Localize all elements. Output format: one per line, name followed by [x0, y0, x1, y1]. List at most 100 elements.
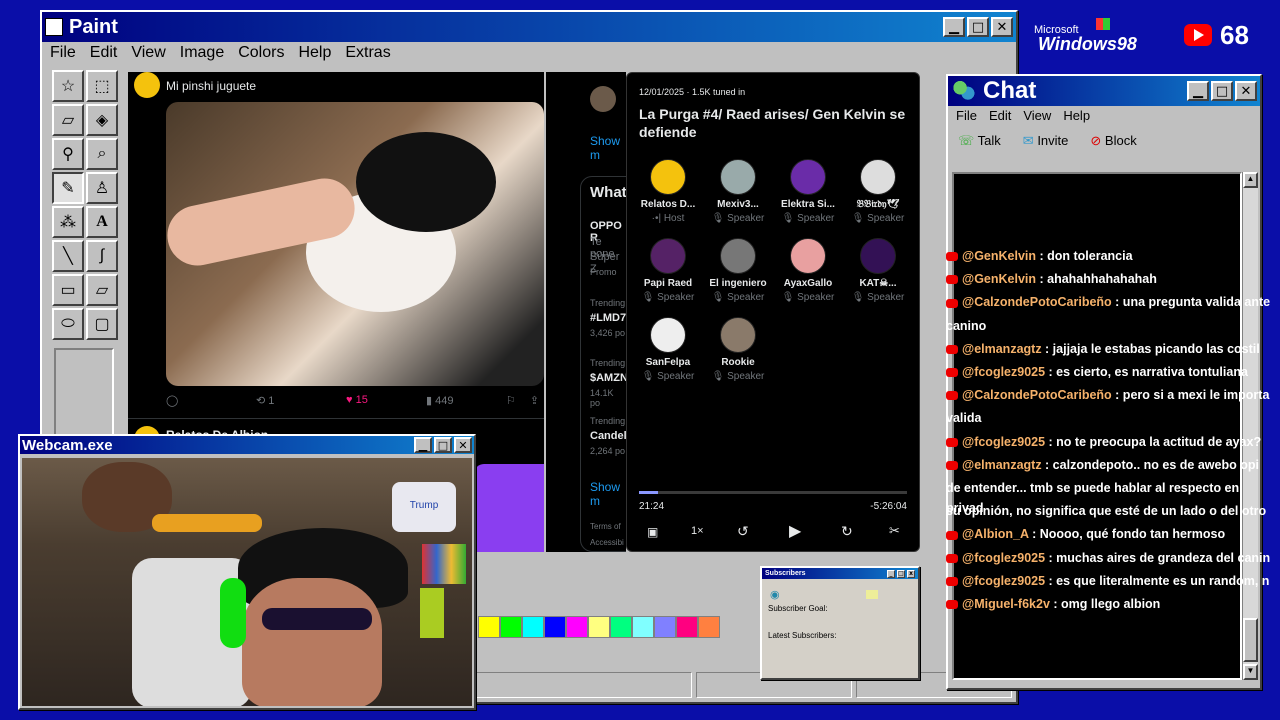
curve-icon[interactable]: ∫ — [86, 240, 118, 272]
polygon-icon[interactable]: ▱ — [86, 274, 118, 306]
menu-view[interactable]: View — [131, 44, 165, 62]
speaker-item[interactable]: Papi Raed 🎙 Speaker — [633, 238, 703, 303]
rect-select-icon[interactable]: ⬚ — [86, 70, 118, 102]
speaker-item[interactable]: El ingeniero 🎙 Speaker — [703, 238, 773, 303]
views-button[interactable]: ▮ 449 — [426, 394, 506, 407]
block-button[interactable]: ⊘ Block — [1090, 133, 1136, 149]
menu-image[interactable]: Image — [180, 44, 224, 62]
clip-icon[interactable]: ✂ — [889, 523, 900, 539]
palette-color[interactable] — [654, 616, 676, 638]
maximize-button[interactable]: □ — [897, 569, 905, 578]
avatar[interactable] — [134, 72, 160, 98]
maximize-button[interactable]: □ — [434, 437, 452, 453]
trend-name[interactable]: Candel — [590, 430, 626, 442]
chat-username[interactable]: @elmanzagtz — [962, 458, 1042, 472]
chat-username[interactable]: @Albion_A — [962, 527, 1029, 541]
close-button[interactable]: ✕ — [991, 17, 1013, 37]
speaker-item[interactable]: Mexiv3... 🎙 Speaker — [703, 159, 773, 224]
progress-track[interactable] — [639, 491, 907, 494]
chat-username[interactable]: @fcoglez9025 — [962, 551, 1045, 565]
brush-icon[interactable]: ♙ — [86, 172, 118, 204]
chat-username[interactable]: @fcoglez9025 — [962, 365, 1045, 379]
reply-icon[interactable]: ◯ — [166, 394, 256, 407]
like-button[interactable]: ♥ 15 — [346, 394, 426, 407]
rectangle-icon[interactable]: ▭ — [52, 274, 84, 306]
close-button[interactable]: x — [907, 569, 915, 578]
rounded-rect-icon[interactable]: ▢ — [86, 308, 118, 340]
chat-username[interactable]: @elmanzagtz — [962, 342, 1042, 356]
terms-link[interactable]: Terms of — [590, 522, 621, 531]
cat-photo[interactable] — [166, 102, 544, 386]
chat-username[interactable]: @fcoglez9025 — [962, 435, 1045, 449]
close-button[interactable]: ✕ — [1235, 81, 1257, 101]
chat-username[interactable]: @fcoglez9025 — [962, 574, 1045, 588]
text-tool-icon[interactable]: A — [86, 206, 118, 238]
subscribers-titlebar[interactable]: Subscribers _ □ x — [762, 568, 918, 579]
menu-extras[interactable]: Extras — [345, 44, 390, 62]
webcam-titlebar[interactable]: Webcam.exe ▁ □ ✕ — [20, 436, 474, 454]
palette-color[interactable] — [588, 616, 610, 638]
forward-icon[interactable]: ↻ — [841, 523, 853, 540]
palette-color[interactable] — [500, 616, 522, 638]
chat-username[interactable]: @CalzondePotoCaribeño — [962, 295, 1112, 309]
speaker-item[interactable]: Rookie 🎙 Speaker — [703, 317, 773, 382]
rewind-icon[interactable]: ↺ — [737, 523, 749, 540]
trend-name[interactable]: #LMD7 — [590, 312, 626, 324]
minimize-button[interactable]: _ — [887, 569, 895, 578]
trend-name[interactable]: $AMZN — [590, 372, 626, 384]
chat-titlebar[interactable]: Chat ▁ □ ✕ — [948, 76, 1260, 106]
close-button[interactable]: ✕ — [454, 437, 472, 453]
repost-button[interactable]: ⟲ 1 — [256, 394, 346, 407]
maximize-button[interactable]: □ — [967, 17, 989, 37]
talk-button[interactable]: ☏ Talk — [958, 133, 1001, 149]
chat-menu-view[interactable]: View — [1023, 108, 1051, 123]
accessibility-link[interactable]: Accessibi — [590, 538, 624, 547]
palette-color[interactable] — [610, 616, 632, 638]
speaker-item[interactable]: AyaxGallo 🎙 Speaker — [773, 238, 843, 303]
pencil-icon[interactable]: ✎ — [52, 172, 84, 204]
ellipse-icon[interactable]: ⬭ — [52, 308, 84, 340]
speaker-item[interactable]: 𝔅𝔅𝔦𝔯𝔡𝔶🕊 🎙 Speaker — [843, 159, 913, 224]
free-select-icon[interactable]: ☆ — [52, 70, 84, 102]
share-icon[interactable]: ⇪ — [530, 394, 539, 407]
speaker-item[interactable]: SanFelpa 🎙 Speaker — [633, 317, 703, 382]
scroll-up-icon[interactable]: ▲ — [1243, 172, 1258, 188]
line-icon[interactable]: ╲ — [52, 240, 84, 272]
avatar[interactable] — [590, 86, 616, 112]
chat-menu-edit[interactable]: Edit — [989, 108, 1011, 123]
chat-username[interactable]: @Miguel-f6k2v — [962, 597, 1050, 611]
show-more-link[interactable]: Show m — [590, 134, 626, 162]
menu-colors[interactable]: Colors — [238, 44, 284, 62]
fill-bucket-icon[interactable]: ◈ — [86, 104, 118, 136]
speaker-item[interactable]: KAT☠... 🎙 Speaker — [843, 238, 913, 303]
paint-titlebar[interactable]: Paint ▁ □ ✕ — [42, 12, 1016, 42]
palette-color[interactable] — [632, 616, 654, 638]
menu-help[interactable]: Help — [298, 44, 331, 62]
palette-color[interactable] — [478, 616, 500, 638]
scroll-down-icon[interactable]: ▼ — [1243, 664, 1258, 680]
show-more-link[interactable]: Show m — [590, 480, 626, 508]
magnifier-icon[interactable]: ⌕ — [86, 138, 118, 170]
invite-button[interactable]: ✉ Invite — [1023, 133, 1069, 149]
minimize-button[interactable]: ▁ — [943, 17, 965, 37]
tool-options-box[interactable] — [54, 348, 114, 438]
speaker-item[interactable]: Relatos D... ·•| Host — [633, 159, 703, 224]
palette-color[interactable] — [522, 616, 544, 638]
chat-menu-help[interactable]: Help — [1063, 108, 1090, 123]
color-picker-icon[interactable]: ⚲ — [52, 138, 84, 170]
airbrush-icon[interactable]: ⁂ — [52, 206, 84, 238]
chat-username[interactable]: @GenKelvin — [962, 272, 1036, 286]
captions-icon[interactable]: ▣ — [647, 525, 658, 539]
chat-username[interactable]: @CalzondePotoCaribeño — [962, 388, 1112, 402]
speaker-item[interactable]: Elektra Si... 🎙 Speaker — [773, 159, 843, 224]
palette-color[interactable] — [676, 616, 698, 638]
chat-menu-file[interactable]: File — [956, 108, 977, 123]
minimize-button[interactable]: ▁ — [414, 437, 432, 453]
play-icon[interactable]: ▶ — [789, 521, 801, 541]
palette-color[interactable] — [566, 616, 588, 638]
bookmark-icon[interactable]: ⚐ — [506, 394, 516, 407]
palette-color[interactable] — [544, 616, 566, 638]
speed-button[interactable]: 1× — [691, 525, 704, 537]
minimize-button[interactable]: ▁ — [1187, 81, 1209, 101]
next-tweet-media[interactable] — [474, 464, 544, 552]
